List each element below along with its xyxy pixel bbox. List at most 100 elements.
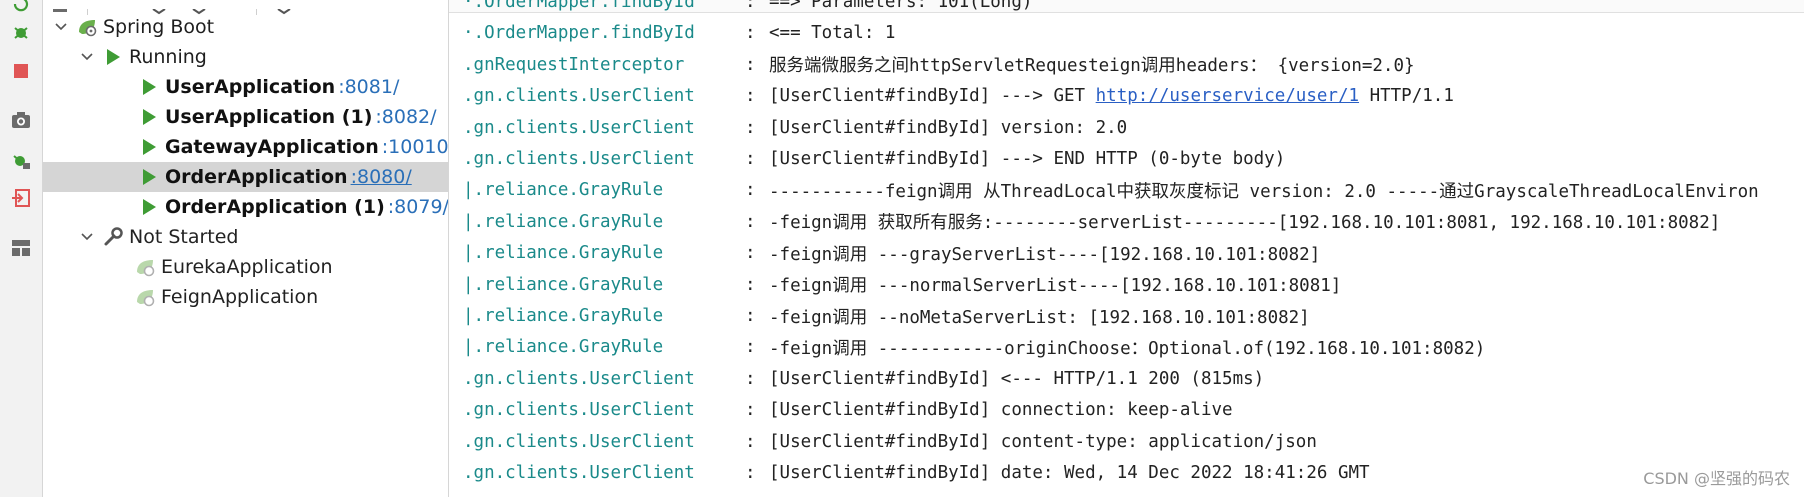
log-message: ==> Parameters: 101(Long)	[769, 0, 1033, 12]
tree-node-label: Running	[129, 46, 207, 68]
console-output[interactable]: ·.OrderMapper.findById: ==> Parameters: 1…	[449, 0, 1804, 497]
watermark: CSDN @坚强的码农	[1643, 469, 1790, 488]
app-name: OrderApplication	[165, 166, 348, 188]
app-port-link[interactable]: :8079/	[388, 196, 448, 218]
tree-node-app-order-8079[interactable]: OrderApplication (1) :8079/	[43, 192, 448, 222]
log-logger: |.reliance.GrayRule	[463, 274, 664, 295]
log-logger: |.reliance.GrayRule	[463, 243, 664, 264]
run-icon	[138, 76, 160, 98]
tree-node-running[interactable]: Running	[43, 42, 448, 72]
log-line: .gn.clients.UserClient: [UserClient#findB…	[449, 458, 1804, 488]
tree-node-app-user-8081[interactable]: UserApplication :8081/	[43, 72, 448, 102]
log-line: .gn.clients.UserClient: [UserClient#findB…	[449, 364, 1804, 394]
log-message-text: HTTP/1.1	[1359, 86, 1454, 107]
log-line: .gn.clients.UserClient: [UserClient#findB…	[449, 395, 1804, 425]
chevron-down-icon[interactable]	[80, 230, 94, 244]
log-message: -----------feign调用 从ThreadLocal中获取灰度标记 v…	[769, 181, 1759, 202]
log-line: ·.OrderMapper.findById: ==> Parameters: 1…	[449, 0, 1804, 17]
log-logger: .gn.clients.UserClient	[463, 117, 695, 138]
tree-node-spring-boot[interactable]: Spring Boot	[43, 12, 448, 42]
log-separator: :	[745, 180, 756, 201]
log-separator: :	[745, 23, 756, 44]
log-logger: |.reliance.GrayRule	[463, 180, 664, 201]
log-line: .gn.clients.UserClient: [UserClient#findB…	[449, 427, 1804, 457]
log-logger: .gn.clients.UserClient	[463, 463, 695, 483]
log-logger: .gn.clients.UserClient	[463, 431, 695, 452]
log-line: .gn.clients.UserClient: [UserClient#findB…	[449, 144, 1804, 174]
log-line: |.reliance.GrayRule: -feign调用 ---grayServ…	[449, 238, 1804, 268]
log-message-text: [UserClient#findById] ---> GET	[769, 86, 1096, 107]
tree-node-label: Spring Boot	[103, 16, 215, 38]
log-logger: .gnRequestInterceptor	[463, 54, 685, 75]
app-port-link[interactable]: :10010/	[382, 136, 448, 158]
chevron-down-icon[interactable]	[54, 20, 68, 34]
tree-node-app-order-8080[interactable]: OrderApplication :8080/	[43, 162, 448, 192]
tree-node-app-gateway[interactable]: GatewayApplication :10010/	[43, 132, 448, 162]
log-line: .gnRequestInterceptor: 服务端微服务之间httpServle…	[449, 50, 1804, 80]
log-separator: :	[745, 149, 756, 169]
log-logger: |.reliance.GrayRule	[463, 337, 664, 358]
log-separator: :	[745, 463, 756, 483]
app-port-link[interactable]: :8082/	[375, 106, 436, 128]
log-separator: :	[745, 0, 756, 12]
log-logger: .gn.clients.UserClient	[463, 368, 695, 389]
log-message: [UserClient#findById] date: Wed, 14 Dec …	[769, 463, 1370, 483]
tree-node-app-eureka[interactable]: EurekaApplication	[43, 252, 448, 282]
log-message: <== Total: 1	[769, 23, 896, 44]
services-tree: Spring Boot Running UserApplication :808…	[43, 0, 449, 497]
log-logger: .gn.clients.UserClient	[463, 400, 695, 421]
app-name: EurekaApplication	[161, 256, 333, 278]
log-separator: :	[745, 86, 756, 107]
log-separator: :	[745, 117, 756, 138]
log-message: [UserClient#findById] <--- HTTP/1.1 200 …	[769, 368, 1265, 389]
app-port-link[interactable]: :8080/	[351, 166, 412, 188]
spring-boot-icon	[134, 256, 156, 278]
log-line: |.reliance.GrayRule: -feign调用 获取所有服务:----…	[449, 207, 1804, 237]
log-message: -feign调用 获取所有服务:--------serverList------…	[769, 213, 1721, 234]
run-icon	[138, 136, 160, 158]
stop-icon[interactable]	[11, 61, 31, 81]
log-url-link[interactable]: http://userservice/user/1	[1096, 86, 1359, 106]
log-message: -feign调用 ---normalServerList----[192.168…	[769, 276, 1342, 297]
app-name: FeignApplication	[161, 286, 319, 308]
camera-icon[interactable]	[11, 110, 31, 130]
tree-node-app-feign[interactable]: FeignApplication	[43, 282, 448, 312]
log-line: |.reliance.GrayRule: -feign调用 --noMetaSer…	[449, 301, 1804, 331]
log-line: |.reliance.GrayRule: -----------feign调用 从…	[449, 175, 1804, 205]
run-icon	[102, 46, 124, 68]
exit-icon[interactable]	[11, 188, 31, 208]
log-line: |.reliance.GrayRule: -feign调用 -----------…	[449, 332, 1804, 362]
tree-node-not-started[interactable]: Not Started	[43, 222, 448, 252]
app-name: UserApplication (1)	[165, 106, 373, 128]
log-separator: :	[745, 368, 756, 389]
log-message: -feign调用 ---grayServerList----[192.168.1…	[769, 244, 1321, 265]
app-name: OrderApplication (1)	[165, 196, 385, 218]
rerun-icon[interactable]	[11, 0, 31, 14]
log-message: [UserClient#findById] version: 2.0	[769, 117, 1128, 138]
chevron-down-icon[interactable]	[80, 50, 94, 64]
tree-node-label: Not Started	[129, 226, 239, 248]
log-separator: :	[745, 211, 756, 232]
debug-icon[interactable]	[11, 150, 31, 170]
left-toolbar	[0, 0, 43, 497]
app-port-link[interactable]: :8081/	[338, 76, 399, 98]
tree-node-app-user-8082[interactable]: UserApplication (1) :8082/	[43, 102, 448, 132]
log-message: [UserClient#findById] content-type: appl…	[769, 431, 1317, 452]
log-separator: :	[745, 54, 756, 75]
log-logger: ·.OrderMapper.findById	[463, 0, 695, 12]
log-separator: :	[745, 243, 756, 264]
log-message: [UserClient#findById] ---> GET http://us…	[769, 86, 1454, 106]
log-separator: :	[745, 431, 756, 452]
log-message: -feign调用 ------------originChoose：Option…	[769, 338, 1486, 359]
bug-icon[interactable]	[11, 22, 31, 42]
layout-icon[interactable]	[11, 238, 31, 258]
log-separator: :	[745, 400, 756, 421]
spring-boot-icon	[76, 16, 98, 38]
app-name: GatewayApplication	[165, 136, 379, 158]
log-logger: ·.OrderMapper.findById	[463, 23, 695, 44]
log-line: |.reliance.GrayRule: -feign调用 ---normalSe…	[449, 270, 1804, 300]
run-icon	[138, 166, 160, 188]
log-message: 服务端微服务之间httpServletRequesteign调用headers：…	[769, 56, 1415, 77]
wrench-icon	[102, 226, 124, 248]
log-message: [UserClient#findById] ---> END HTTP (0-b…	[769, 149, 1286, 169]
